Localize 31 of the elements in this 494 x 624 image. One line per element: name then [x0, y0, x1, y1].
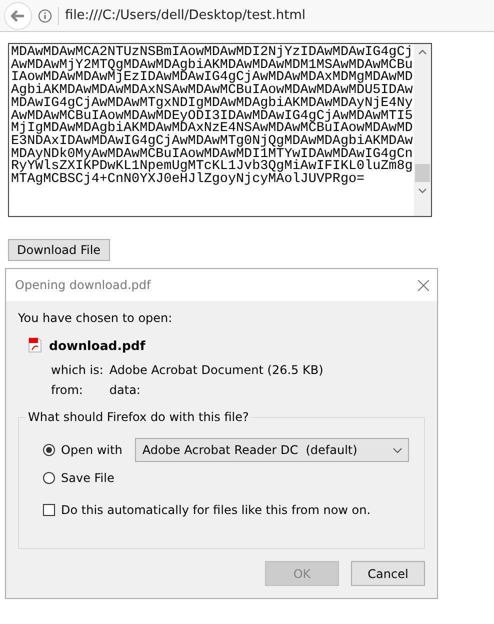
- field-label: which is:: [51, 363, 104, 377]
- application-dropdown[interactable]: Adobe Acrobat Reader DC (default): [135, 438, 410, 462]
- text-line: MDAyNDk0MyAwMDAwMCBuIAowMDAwMDI1MTYwIDAwMDAwIG4gCn: [11, 148, 412, 162]
- text-line: MTAgMCBSCj4+CnN0YXJ0eHJlZgoyNjcyMAolJUVPRgo=: [11, 174, 366, 187]
- option-label[interactable]: Save File: [61, 471, 114, 485]
- radio-button[interactable]: [43, 444, 55, 456]
- file-source: data:: [109, 383, 142, 397]
- info-icon[interactable]: [38, 8, 52, 22]
- back-button[interactable]: [4, 2, 32, 30]
- text-line: AwMDAwMCBuIAowMDAwMDEyODI3IDAwMDAwIG4gCjAwMDAwMTI5: [11, 110, 412, 124]
- pdf-file-icon: [27, 337, 43, 353]
- field-label: from:: [51, 383, 84, 397]
- group-title: What should Firefox do with this file?: [26, 410, 251, 424]
- dialog-button[interactable]: Cancel: [351, 561, 425, 586]
- address-bar[interactable]: file:///C:/Users/dell/Desktop/test.html: [58, 6, 306, 24]
- file-name: download.pdf: [49, 338, 146, 352]
- option-label[interactable]: Open with: [61, 443, 122, 457]
- intro-text: You have chosen to open:: [18, 311, 174, 325]
- text-area[interactable]: [8, 43, 432, 217]
- scrollbar-thumb[interactable]: [415, 164, 430, 182]
- checkbox-label[interactable]: Do this automatically for files like this from now on.: [61, 503, 371, 517]
- checkbox[interactable]: [43, 504, 55, 516]
- dialog-title: Opening download.pdf: [15, 278, 151, 292]
- download-button[interactable]: Download File: [8, 239, 110, 261]
- file-type: Adobe Acrobat Document (26.5 KB): [109, 363, 324, 377]
- scrollbar[interactable]: [414, 44, 431, 216]
- chevron-down-icon: [393, 448, 402, 452]
- back-arrow-icon: [11, 10, 25, 22]
- text-line: AwMDAwMjY2MTQgMDAwMDAgbiAKMDAwMDAwMDM1MSAwMDAwMCBu: [11, 60, 412, 72]
- close-icon[interactable]: [418, 280, 429, 290]
- radio-button[interactable]: [43, 472, 55, 484]
